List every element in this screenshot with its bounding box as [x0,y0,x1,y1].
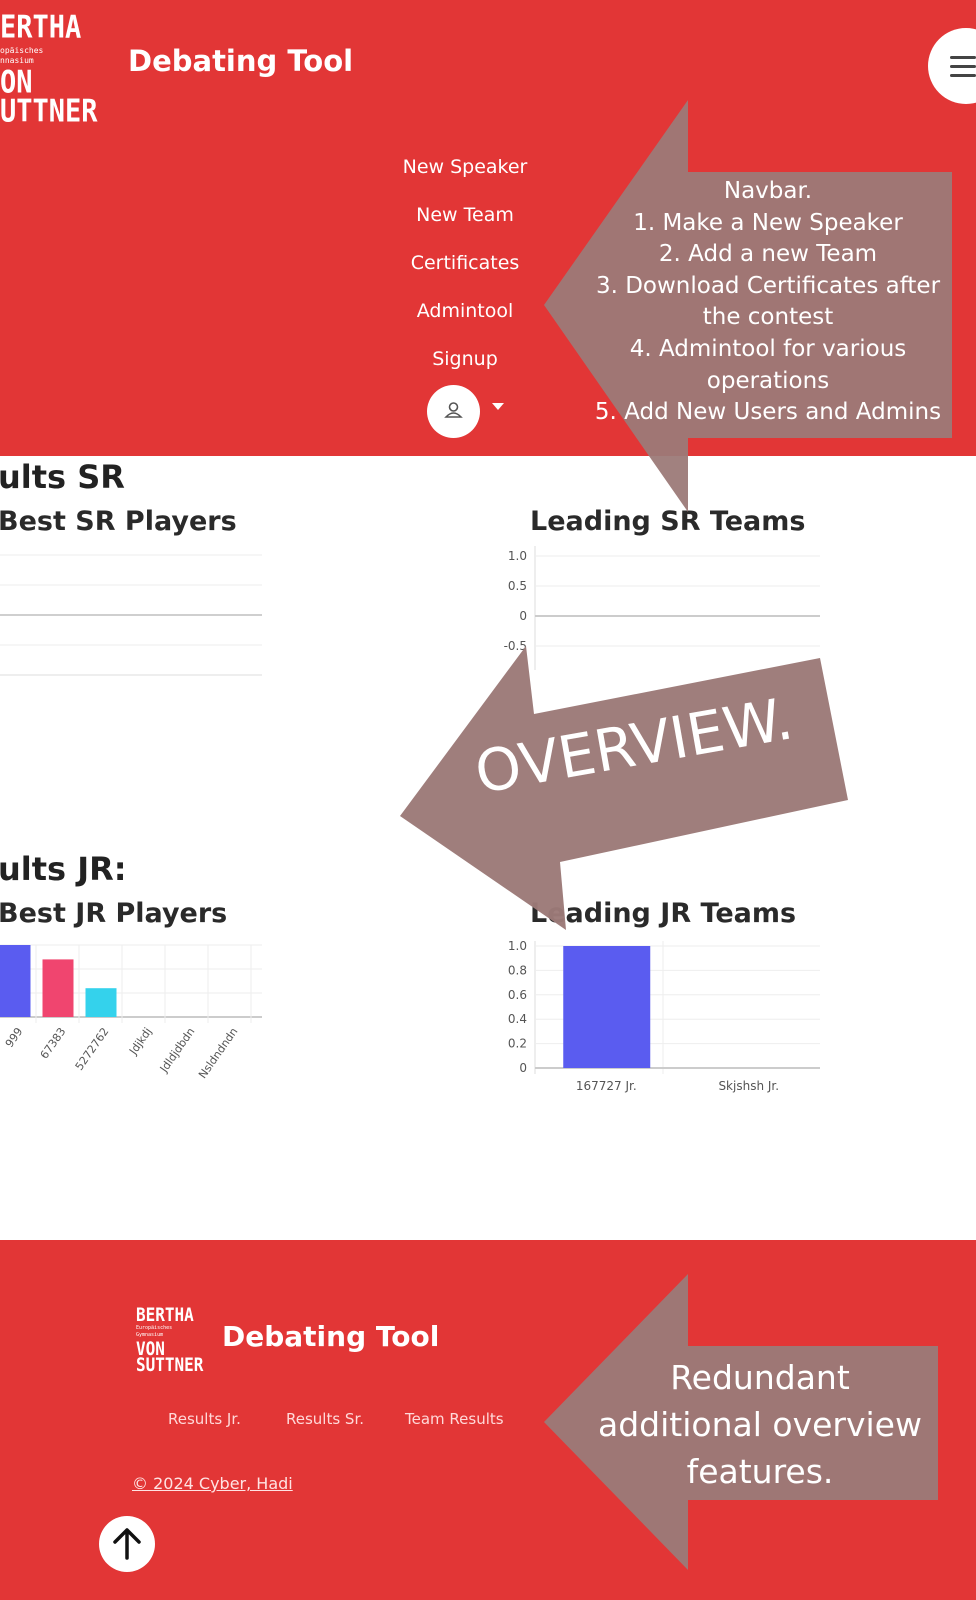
callout-line: 2. Add a new Team [658,241,878,268]
callout-line: Navbar. [723,178,813,204]
callout-line: 4. Admintool for various [629,335,907,362]
callout-line: the contest [702,304,834,331]
callout-line: additional overview [598,1405,922,1444]
navbar-callout-text: Navbar. 1. Make a New Speaker 2. Add a n… [588,176,948,429]
callout-line: 5. Add New Users and Admins [594,399,942,426]
callout-line: operations [706,367,830,394]
redundant-callout-text: Redundant additional overview features. [590,1354,930,1495]
callout-line: 3. Download Certificates after [595,272,941,299]
callout-line: features. [686,1452,834,1491]
callout-line: Redundant [670,1358,850,1397]
callout-line: 1. Make a New Speaker [633,209,903,236]
